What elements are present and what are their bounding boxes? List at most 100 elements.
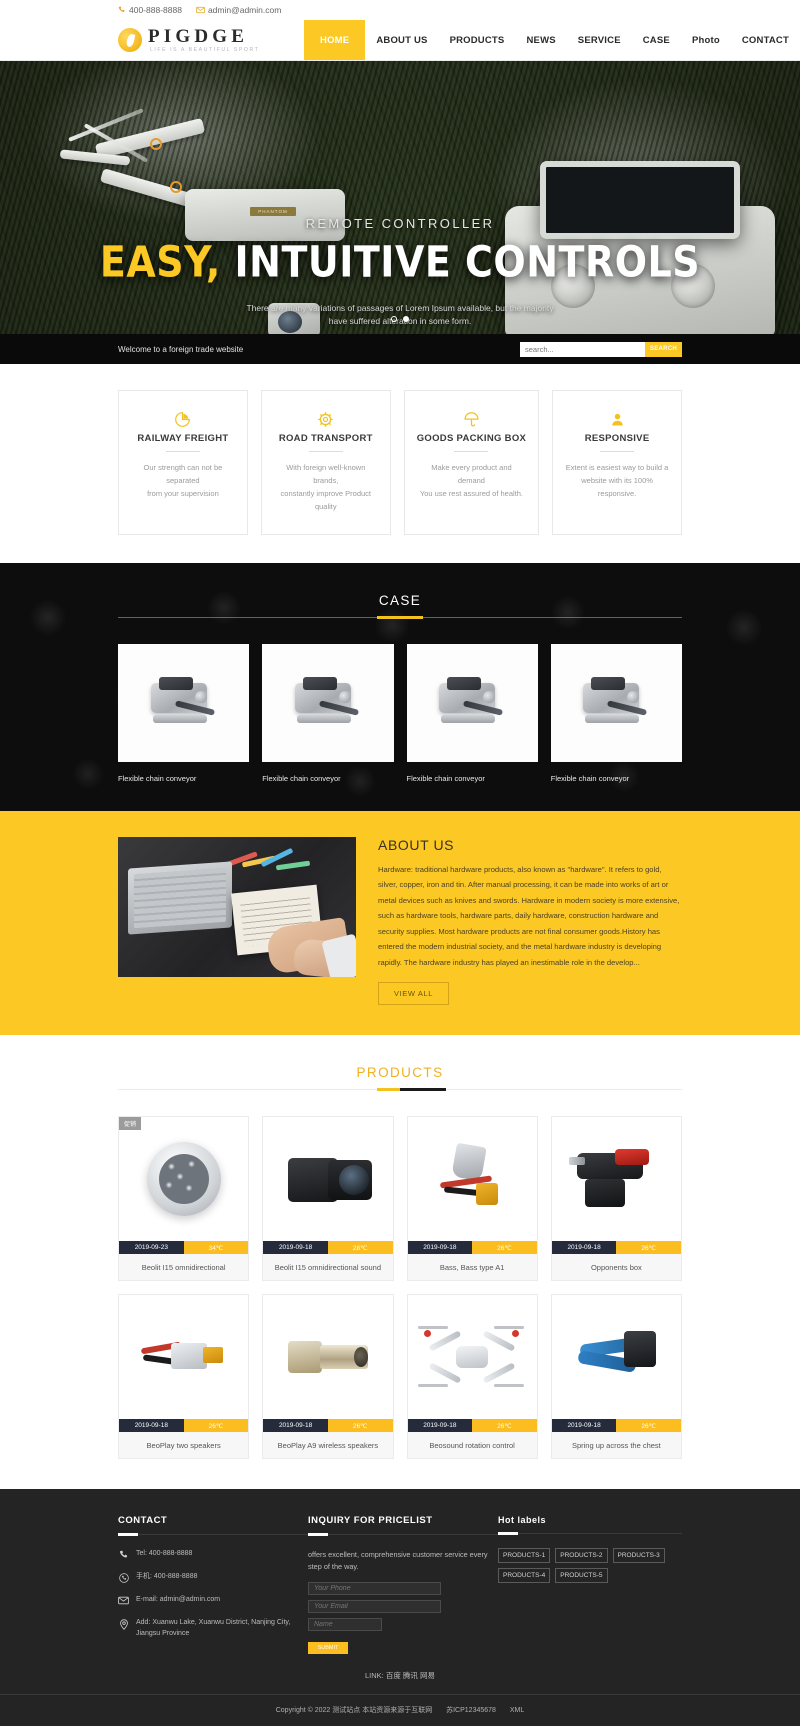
inquiry-submit-button[interactable]: SUBMIT bbox=[308, 1641, 348, 1654]
product-card[interactable]: 2019-09-18 28℃ Beolit I15 omnidirectiona… bbox=[262, 1116, 394, 1282]
case-section: CASE Flexible chain conveyor Flexible ch… bbox=[0, 562, 800, 811]
footer-contact-item-email[interactable]: E-mail: admin@admin.com bbox=[118, 1595, 308, 1606]
feature-desc-line1: Make every product and demand bbox=[431, 463, 512, 486]
product-thumbnail bbox=[263, 1117, 393, 1242]
products-grid: 促销 2019-09-23 34℃ Beolit I15 omnidirecti… bbox=[0, 1090, 800, 1489]
hot-label-tags: PRODUCTS-1 PRODUCTS-2 PRODUCTS-3 PRODUCT… bbox=[498, 1548, 678, 1584]
case-card[interactable]: Flexible chain conveyor bbox=[262, 643, 394, 783]
case-card[interactable]: Flexible chain conveyor bbox=[118, 643, 250, 783]
case-card[interactable]: Flexible chain conveyor bbox=[550, 643, 682, 783]
product-date: 2019-09-23 bbox=[119, 1241, 184, 1255]
hero-title-highlight: EASY, bbox=[99, 237, 221, 287]
search-input[interactable] bbox=[520, 341, 645, 357]
nav-item-about-us[interactable]: ABOUT US bbox=[365, 20, 438, 60]
product-badge: 促销 bbox=[119, 1117, 142, 1131]
whatsapp-icon bbox=[118, 1573, 129, 1584]
feature-desc-line2: constantly improve Product quality bbox=[280, 489, 372, 512]
feature-desc: Make every product and demand You use re… bbox=[417, 461, 526, 500]
feature-card-responsive[interactable]: RESPONSIVE Extent is easiest way to buil… bbox=[552, 390, 683, 535]
products-heading-block: PRODUCTS bbox=[0, 1065, 800, 1092]
feature-desc: Extent is easiest way to build a website… bbox=[565, 461, 669, 500]
hero-dot-2[interactable] bbox=[403, 316, 409, 322]
nav-item-service[interactable]: SERVICE bbox=[567, 20, 632, 60]
product-card[interactable]: 2019-09-18 26℃ Beosound rotation control bbox=[406, 1294, 538, 1460]
hot-tag-products-1[interactable]: PRODUCTS-1 bbox=[498, 1548, 551, 1564]
nav-item-products[interactable]: PRODUCTS bbox=[439, 20, 516, 60]
feature-title: RAILWAY FREIGHT bbox=[137, 433, 229, 444]
footer-icp: 苏ICP12345678 bbox=[446, 1706, 496, 1714]
conveyor-gadget-icon bbox=[433, 676, 511, 729]
product-meta: 2019-09-18 28℃ bbox=[263, 1241, 393, 1255]
inquiry-name-input[interactable] bbox=[308, 1617, 382, 1631]
product-card[interactable]: 2019-09-18 26℃ BeoPlay two speakers bbox=[118, 1294, 250, 1460]
about-title: ABOUT US bbox=[378, 836, 455, 853]
nav-item-case[interactable]: CASE bbox=[632, 20, 681, 60]
product-name: Beosound rotation control bbox=[407, 1432, 537, 1459]
topbar-phone[interactable]: 400-888-8888 bbox=[118, 5, 182, 15]
product-card[interactable]: 2019-09-18 26℃ Spring up across the ches… bbox=[550, 1294, 682, 1460]
footer-xml-link[interactable]: XML bbox=[510, 1707, 524, 1714]
top-info-bar: 400-888-8888 admin@admin.com bbox=[0, 0, 800, 20]
inquiry-email-input[interactable] bbox=[308, 1599, 441, 1613]
accent-underline-dark bbox=[400, 1088, 446, 1092]
site-footer: CONTACT Tel: 400-888-8888 手机: 400-888-88… bbox=[0, 1489, 800, 1726]
product-date: 2019-09-18 bbox=[407, 1241, 473, 1255]
product-meta: 2019-09-18 26℃ bbox=[119, 1419, 249, 1433]
feature-card-goods-packing-box[interactable]: GOODS PACKING BOX Make every product and… bbox=[403, 390, 540, 535]
view-all-button[interactable]: VIEW ALL bbox=[378, 982, 449, 1006]
topbar-email-text: admin@admin.com bbox=[207, 5, 282, 15]
hero-description-line1: There are many variations of passages of… bbox=[246, 303, 554, 313]
divider bbox=[165, 451, 200, 452]
feature-card-road-transport[interactable]: ROAD TRANSPORT With foreign well-known b… bbox=[260, 390, 391, 535]
inquiry-phone-input[interactable] bbox=[308, 1581, 441, 1595]
brand-tagline: LIFE IS A BEAUTIFUL SPORT bbox=[150, 46, 260, 53]
hot-tag-products-2[interactable]: PRODUCTS-2 bbox=[555, 1548, 608, 1564]
product-card[interactable]: 2019-09-18 26℃ Bass, Bass type A1 bbox=[406, 1116, 538, 1282]
brass-fitting-image bbox=[280, 1331, 376, 1383]
footer-inquiry-note: offers excellent, comprehensive customer… bbox=[308, 1550, 488, 1572]
case-thumbnail bbox=[550, 643, 682, 762]
product-name: Beolit I15 omnidirectional bbox=[119, 1254, 249, 1281]
nav-item-photo[interactable]: Photo bbox=[681, 20, 731, 60]
nav-item-news[interactable]: NEWS bbox=[515, 20, 566, 60]
nav-item-home[interactable]: HOME bbox=[304, 20, 366, 60]
product-temp: 34℃ bbox=[183, 1241, 249, 1255]
feature-desc-line1: Our strength can not be separated bbox=[143, 463, 223, 486]
case-card[interactable]: Flexible chain conveyor bbox=[406, 643, 538, 783]
divider bbox=[498, 1533, 682, 1535]
footer-link-baidu[interactable]: 百度 bbox=[386, 1671, 401, 1680]
product-date: 2019-09-18 bbox=[551, 1419, 617, 1433]
case-heading: CASE bbox=[378, 592, 422, 608]
about-image bbox=[118, 836, 356, 977]
product-card[interactable]: 2019-09-18 26℃ Opponents box bbox=[550, 1116, 682, 1282]
brand-name: PIGDGE bbox=[148, 25, 249, 47]
product-card[interactable]: 促销 2019-09-23 34℃ Beolit I15 omnidirecti… bbox=[118, 1116, 250, 1282]
feature-card-railway-freight[interactable]: RAILWAY FREIGHT Our strength can not be … bbox=[118, 390, 248, 535]
flame-logo-icon bbox=[118, 28, 142, 52]
search-button[interactable]: SEARCH bbox=[645, 341, 682, 357]
nav-item-contact[interactable]: CONTACT bbox=[731, 20, 800, 60]
conveyor-gadget-icon bbox=[577, 676, 655, 729]
product-meta: 2019-09-18 26℃ bbox=[551, 1241, 681, 1255]
hot-tag-products-4[interactable]: PRODUCTS-4 bbox=[498, 1568, 551, 1584]
product-meta: 2019-09-18 26℃ bbox=[551, 1419, 681, 1433]
product-date: 2019-09-18 bbox=[263, 1241, 328, 1255]
accent-underline bbox=[118, 1533, 138, 1537]
topbar-email[interactable]: admin@admin.com bbox=[196, 5, 281, 15]
footer-link-tencent[interactable]: 腾讯 bbox=[403, 1671, 418, 1680]
products-row: 促销 2019-09-23 34℃ Beolit I15 omnidirecti… bbox=[118, 1116, 682, 1282]
homepage: 400-888-8888 admin@admin.com PIGDGE LIFE… bbox=[0, 0, 800, 1726]
hot-tag-products-3[interactable]: PRODUCTS-3 bbox=[612, 1548, 665, 1564]
hot-tag-products-5[interactable]: PRODUCTS-5 bbox=[555, 1568, 608, 1584]
logo[interactable]: PIGDGE LIFE IS A BEAUTIFUL SPORT bbox=[0, 20, 304, 60]
footer-contact-item-address[interactable]: Add: Xuanwu Lake, Xuanwu District, Nanji… bbox=[118, 1618, 308, 1640]
footer-link-netease[interactable]: 网易 bbox=[420, 1671, 435, 1680]
product-date: 2019-09-18 bbox=[551, 1241, 617, 1255]
product-card[interactable]: 2019-09-18 26℃ BeoPlay A9 wireless speak… bbox=[262, 1294, 394, 1460]
case-caption: Flexible chain conveyor bbox=[262, 773, 341, 783]
footer-contact-item-tel[interactable]: Tel: 400-888-8888 bbox=[118, 1549, 308, 1560]
hero-dot-1[interactable] bbox=[391, 316, 397, 322]
case-caption: Flexible chain conveyor bbox=[118, 773, 197, 783]
hero-banner: PHANTOM REMOTE CONTROLLER EASY, INTUITIV… bbox=[0, 61, 800, 334]
case-thumbnail bbox=[406, 643, 538, 762]
